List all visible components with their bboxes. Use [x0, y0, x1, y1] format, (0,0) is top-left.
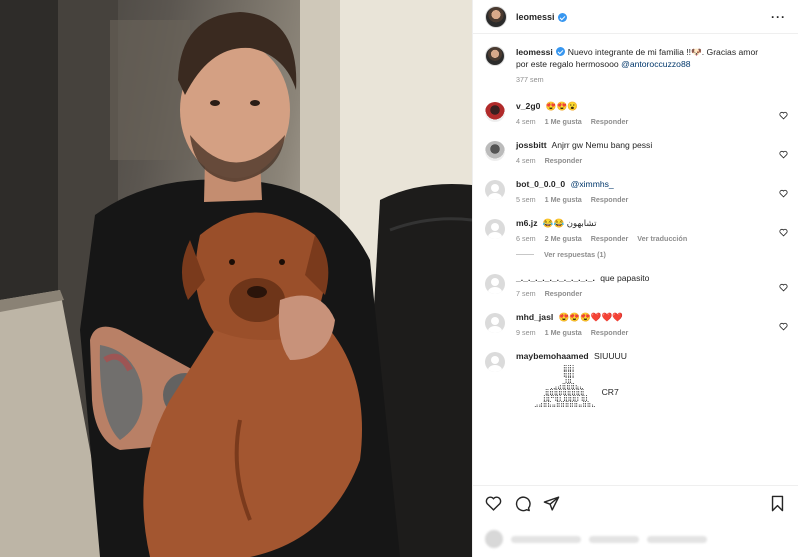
- author-avatar[interactable]: [485, 5, 507, 28]
- blurred-avatar: [485, 530, 503, 548]
- comment-username[interactable]: m6.jz: [516, 218, 538, 228]
- comment-text: SIUUUU: [594, 351, 627, 361]
- comment-time[interactable]: 4 sem: [516, 117, 536, 126]
- comment-time[interactable]: 5 sem: [516, 195, 536, 204]
- comment-username[interactable]: bot_0_0.0_0: [516, 179, 565, 189]
- instagram-post: leomessi ··· leomessi Nuevo integrante de…: [0, 0, 798, 557]
- comment-item: jossbitt Anjrr gw Nemu bang pessi 4 sem …: [485, 139, 788, 165]
- blurred-text: [647, 535, 707, 543]
- comment-text: que papasito: [600, 273, 650, 283]
- reply-button[interactable]: Responder: [545, 289, 583, 298]
- commenter-avatar[interactable]: [485, 352, 505, 372]
- heart-icon[interactable]: [779, 185, 788, 198]
- bookmark-icon[interactable]: [769, 495, 786, 512]
- comment-item: mhd_jasl 😍😍😍❤️❤️❤️ 9 sem 1 Me gusta Resp…: [485, 311, 788, 337]
- comment-time[interactable]: 9 sem: [516, 328, 536, 337]
- blurred-footer: [473, 521, 798, 557]
- comment-text[interactable]: @ximmhs_: [571, 179, 614, 189]
- comment-text: 😍😍😮: [545, 101, 578, 111]
- comment-likes[interactable]: 2 Me gusta: [545, 234, 582, 243]
- commenter-avatar[interactable]: [485, 141, 505, 161]
- comment-likes[interactable]: 1 Me gusta: [545, 117, 582, 126]
- ascii-art: ⣿⣿⡇ ⣿⣿⡇ ⢸⣿⠁ ⢀⣠⣴⣿⣿⣿⣦⣄ ⣿⣿⣿⣿⣿⣿⣿⣿⣿ ⢸⣿⠛⣿⡇⣿⣿⣿⡏…: [534, 365, 596, 408]
- commenter-avatar[interactable]: [485, 274, 505, 294]
- reply-button[interactable]: Responder: [545, 156, 583, 165]
- commenter-avatar[interactable]: [485, 219, 505, 239]
- heart-icon[interactable]: [779, 318, 788, 331]
- heart-icon[interactable]: [779, 224, 788, 237]
- comment-text: Anjrr gw Nemu bang pessi: [551, 140, 653, 150]
- blurred-text: [511, 535, 581, 543]
- comment-text: 😂😂 تشابهون: [542, 218, 597, 228]
- post-caption: leomessi Nuevo integrante de mi familia !…: [485, 46, 788, 84]
- post-photo[interactable]: [0, 0, 472, 557]
- comment-likes[interactable]: 1 Me gusta: [545, 195, 582, 204]
- comment-username[interactable]: mhd_jasl: [516, 312, 553, 322]
- comment-item: m6.jz 😂😂 تشابهون 6 sem 2 Me gusta Respon…: [485, 217, 788, 259]
- comment-text: 😍😍😍❤️❤️❤️: [558, 312, 623, 322]
- comment-time[interactable]: 7 sem: [516, 289, 536, 298]
- comment-icon[interactable]: [514, 495, 531, 512]
- comment-username[interactable]: v_2g0: [516, 101, 540, 111]
- caption-mention[interactable]: @antoroccuzzo88: [621, 59, 690, 69]
- comment-username[interactable]: jossbitt: [516, 140, 547, 150]
- author-username[interactable]: leomessi: [516, 12, 555, 22]
- comment-item: _._._._._._._._._._._. que papasito 7 se…: [485, 272, 788, 298]
- comment-item: v_2g0 😍😍😮 4 sem 1 Me gusta Responder: [485, 100, 788, 126]
- heart-icon[interactable]: [779, 146, 788, 159]
- view-replies-button[interactable]: Ver respuestas (1): [516, 250, 770, 259]
- comment-item: bot_0_0.0_0 @ximmhs_ 5 sem 1 Me gusta Re…: [485, 178, 788, 204]
- comments-list: leomessi Nuevo integrante de mi familia !…: [473, 35, 798, 485]
- commenter-avatar[interactable]: [485, 102, 505, 122]
- caption-username[interactable]: leomessi: [516, 47, 553, 57]
- translate-button[interactable]: Ver traducción: [637, 234, 687, 243]
- heart-icon[interactable]: [779, 279, 788, 292]
- heart-icon[interactable]: [779, 107, 788, 120]
- more-icon[interactable]: ···: [771, 10, 786, 24]
- reply-button[interactable]: Responder: [591, 328, 629, 337]
- reply-button[interactable]: Responder: [591, 195, 629, 204]
- verified-icon: [555, 47, 565, 56]
- action-bar: [473, 485, 798, 521]
- photo-illustration: [0, 0, 472, 557]
- heart-icon[interactable]: [485, 495, 502, 512]
- post-header: leomessi ···: [473, 0, 798, 34]
- commenter-avatar[interactable]: [485, 180, 505, 200]
- caption-avatar[interactable]: [485, 46, 505, 66]
- blurred-text: [589, 535, 639, 543]
- share-icon[interactable]: [543, 495, 560, 512]
- ascii-label: CR7: [601, 387, 619, 397]
- comment-item: maybemohaamed SIUUUU ⣿⣿⡇ ⣿⣿⡇ ⢸⣿⠁ ⢀⣠⣴⣿⣿⣿⣦…: [485, 350, 788, 408]
- comment-username[interactable]: _._._._._._._._._._._.: [516, 273, 595, 283]
- reply-button[interactable]: Responder: [591, 117, 629, 126]
- reply-button[interactable]: Responder: [591, 234, 629, 243]
- comment-username[interactable]: maybemohaamed: [516, 351, 589, 361]
- comment-likes[interactable]: 1 Me gusta: [545, 328, 582, 337]
- caption-time[interactable]: 377 sem: [516, 75, 544, 84]
- commenter-avatar[interactable]: [485, 313, 505, 333]
- post-panel: leomessi ··· leomessi Nuevo integrante de…: [472, 0, 798, 557]
- comment-time[interactable]: 4 sem: [516, 156, 536, 165]
- verified-icon: [557, 13, 567, 22]
- comment-time[interactable]: 6 sem: [516, 234, 536, 243]
